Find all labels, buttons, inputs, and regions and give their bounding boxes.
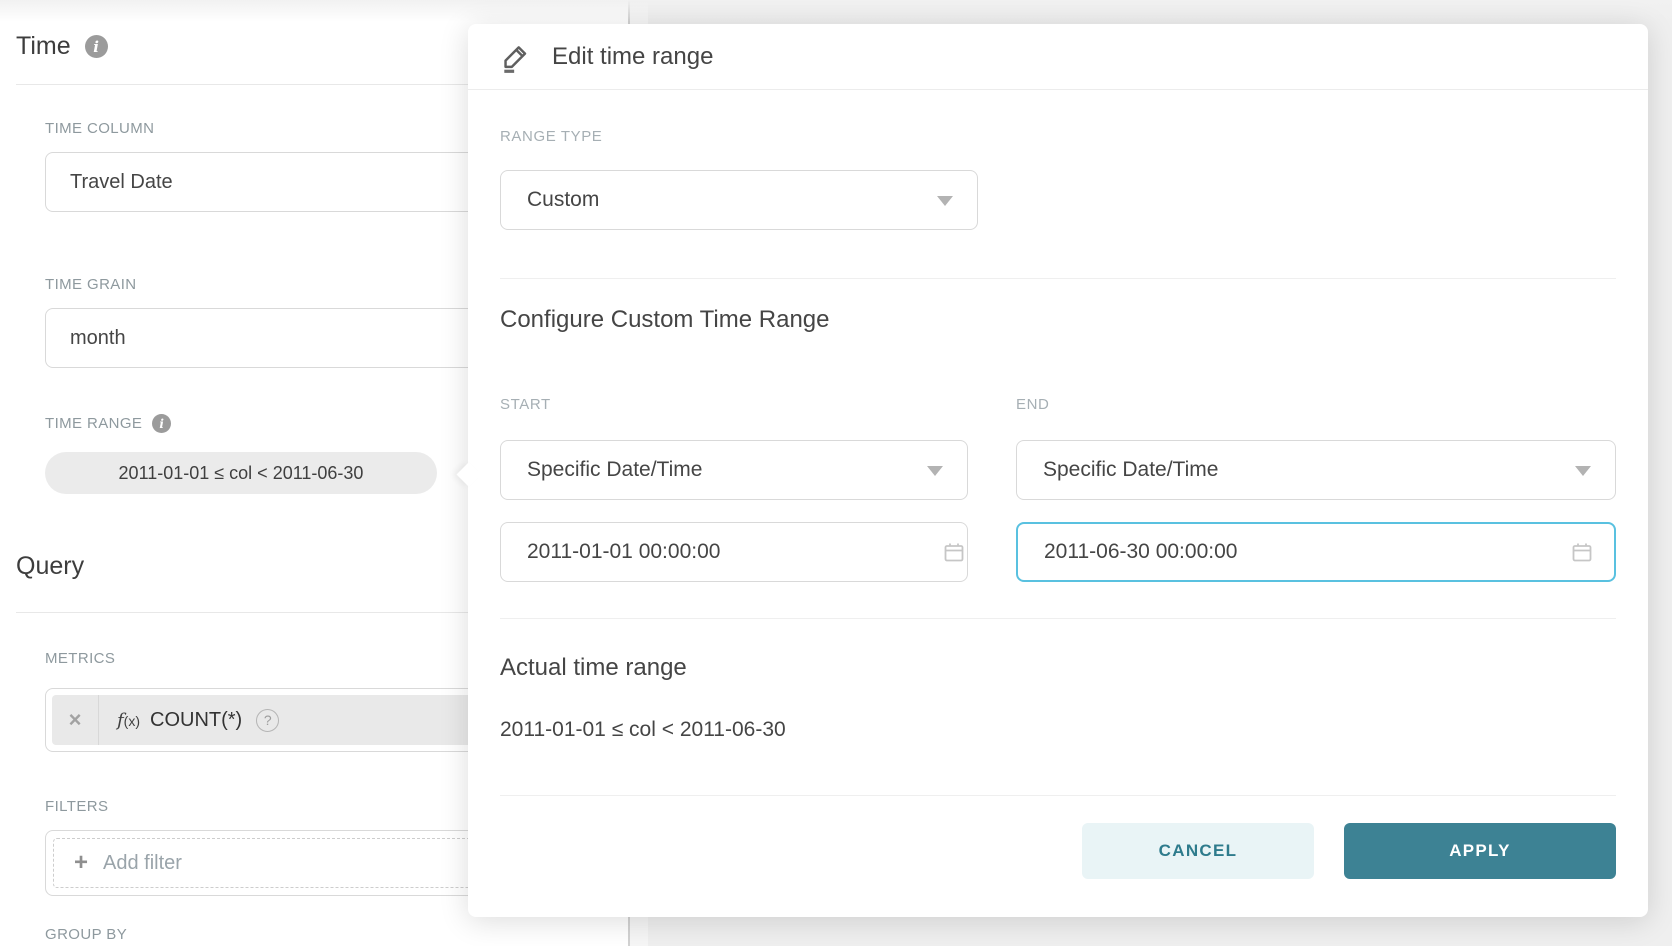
actual-time-range-heading: Actual time range: [500, 654, 687, 682]
time-grain-label: TIME GRAIN: [45, 276, 137, 293]
range-type-select[interactable]: Custom: [500, 170, 978, 230]
query-section-header: Query: [16, 552, 84, 581]
range-type-value: Custom: [527, 188, 599, 212]
info-icon[interactable]: i: [85, 35, 108, 58]
time-range-pill[interactable]: 2011-01-01 ≤ col < 2011-06-30: [45, 452, 437, 494]
start-datetime-input[interactable]: [500, 522, 968, 582]
pencil-edit-icon: [500, 41, 532, 73]
time-column-label: TIME COLUMN: [45, 120, 154, 137]
chevron-down-icon: [1575, 466, 1591, 476]
help-circle-icon[interactable]: ?: [256, 709, 279, 732]
function-fx-icon: f(x): [117, 710, 140, 731]
range-type-label: RANGE TYPE: [500, 128, 602, 145]
modal-footer: CANCEL APPLY: [1082, 823, 1616, 879]
end-mode-select[interactable]: Specific Date/Time: [1016, 440, 1616, 500]
apply-button[interactable]: APPLY: [1344, 823, 1616, 879]
end-label: END: [1016, 396, 1049, 413]
calendar-icon[interactable]: [942, 540, 966, 564]
add-filter-placeholder: Add filter: [103, 852, 182, 875]
info-icon[interactable]: i: [152, 414, 171, 433]
group-by-label: GROUP BY: [45, 926, 127, 943]
fx-f: f: [117, 710, 124, 731]
time-section-header: Time i: [16, 32, 108, 61]
chevron-down-icon: [937, 196, 953, 206]
time-range-pill-value: 2011-01-01 ≤ col < 2011-06-30: [119, 463, 364, 484]
start-mode-value: Specific Date/Time: [527, 458, 702, 482]
time-grain-value: month: [70, 327, 126, 350]
modal-title: Edit time range: [552, 43, 713, 71]
filters-label: FILTERS: [45, 798, 108, 815]
time-range-label: TIME RANGE: [45, 415, 142, 432]
modal-divider: [500, 618, 1616, 619]
query-section-title: Query: [16, 552, 84, 581]
edit-time-range-modal: Edit time range RANGE TYPE Custom Config…: [468, 24, 1648, 917]
start-mode-select[interactable]: Specific Date/Time: [500, 440, 968, 500]
end-datetime-input[interactable]: [1016, 522, 1616, 582]
plus-icon: +: [74, 851, 88, 875]
modal-divider: [500, 278, 1616, 279]
metrics-label: METRICS: [45, 650, 115, 667]
configure-heading: Configure Custom Time Range: [500, 306, 829, 334]
end-mode-value: Specific Date/Time: [1043, 458, 1218, 482]
cancel-button[interactable]: CANCEL: [1082, 823, 1314, 879]
modal-header: Edit time range: [468, 24, 1648, 90]
actual-time-range-value: 2011-01-01 ≤ col < 2011-06-30: [500, 718, 786, 742]
time-section-title: Time: [16, 32, 71, 61]
time-column-value: Travel Date: [70, 171, 173, 194]
calendar-icon[interactable]: [1570, 540, 1594, 564]
time-range-label-row: TIME RANGE i: [45, 414, 171, 433]
metric-chip-label: COUNT(*): [150, 709, 242, 732]
fx-arg: (x): [124, 713, 140, 729]
footer-divider: [500, 795, 1616, 796]
close-icon[interactable]: ×: [52, 695, 99, 745]
chevron-down-icon: [927, 466, 943, 476]
start-label: START: [500, 396, 551, 413]
